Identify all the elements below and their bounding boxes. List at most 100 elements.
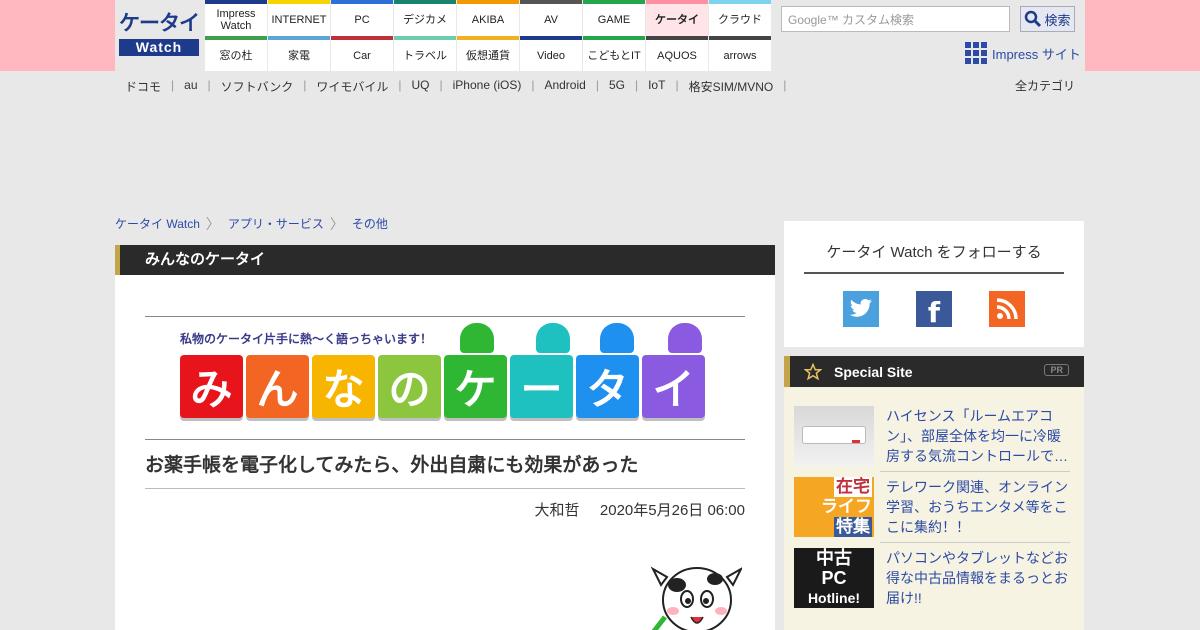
subnav-item[interactable]: ワイモバイル: [306, 78, 398, 94]
nav-item[interactable]: AKIBA: [457, 0, 519, 36]
banner-tagline: 私物のケータイ片手に熱～く語っちゃいます！: [180, 332, 433, 346]
search-button[interactable]: 検索: [1020, 6, 1075, 32]
thumb-line: PC: [821, 568, 847, 588]
special-item-text: テレワーク関連、オンライン学習、おうちエンタメ等をここに集約！！: [886, 479, 1068, 535]
search-input[interactable]: Google™ カスタム検索: [781, 6, 1010, 32]
all-categories-link[interactable]: 全カテゴリ: [1015, 77, 1075, 94]
nav-item[interactable]: Video: [520, 36, 582, 71]
nav-item[interactable]: トラベル: [394, 36, 456, 71]
article-main: みんなのケータイ 私物のケータイ片手に熱～く語っちゃいます！ みんなのケータイ …: [115, 245, 775, 630]
breadcrumb-item[interactable]: ケータイ Watch: [115, 215, 200, 232]
banner-tile: タ: [576, 355, 639, 418]
facebook-button[interactable]: f: [916, 291, 952, 329]
logo-text-bottom: Watch: [119, 39, 199, 56]
site-nav-grid: Impress Watch INTERNET PC デジカメ AKIBA AV GAME ケー…: [205, 0, 771, 71]
nav-item[interactable]: デジカメ: [394, 0, 456, 36]
person-silhouette-icon: [600, 323, 634, 353]
twitter-button[interactable]: [843, 291, 879, 327]
nav-item[interactable]: AQUOS: [646, 36, 708, 71]
subnav-item[interactable]: UQ: [402, 78, 440, 94]
facebook-icon: f: [927, 295, 941, 329]
divider: [145, 316, 745, 317]
breadcrumb-chevron-icon: 〉: [329, 215, 344, 232]
subnav-item[interactable]: au: [174, 78, 207, 94]
nav-item[interactable]: AV: [520, 0, 582, 36]
article-byline: 大和哲 2020年5月26日 06:00: [535, 499, 745, 520]
site-logo[interactable]: ケータイ Watch: [119, 10, 200, 58]
nav-item[interactable]: ケータイ: [646, 0, 708, 36]
special-site-title: Special Site: [834, 363, 913, 380]
special-item[interactable]: ハイセンス「ルームエアコン」、部屋全体を均一に冷暖房する気流コントロールで…: [794, 406, 1074, 472]
banner-tile: イ: [642, 355, 705, 418]
nav-item[interactable]: arrows: [709, 36, 771, 71]
special-site-header: Special Site PR: [784, 356, 1084, 387]
banner-tile: な: [312, 355, 375, 418]
banner-tiles: みんなのケータイ: [180, 355, 705, 418]
grid-icon: [965, 42, 987, 64]
nav-item[interactable]: Impress Watch: [205, 0, 267, 36]
thumb-line: ライフ: [821, 497, 872, 516]
subnav-item[interactable]: iPhone (iOS): [443, 78, 532, 94]
nav-item[interactable]: 仮想通貨: [457, 36, 519, 71]
subnav-item[interactable]: 5G: [599, 78, 635, 94]
person-silhouette-icon: [668, 323, 702, 353]
nav-item[interactable]: 窓の杜: [205, 36, 267, 71]
banner-tile: ケ: [444, 355, 507, 418]
thumb-line: Hotline!: [807, 590, 861, 606]
subnav-separator: |: [783, 78, 787, 92]
article-title: お薬手帳を電子化してみたら、外出自粛にも効果があった: [145, 455, 639, 476]
thumb-line: 特集: [834, 517, 872, 537]
nav-item[interactable]: Car: [331, 36, 393, 71]
impress-sites-label: Impress サイト: [992, 46, 1081, 62]
follow-panel: ケータイ Watch をフォローする f: [784, 221, 1084, 347]
star-icon: [804, 362, 822, 380]
logo-text-top: ケータイ: [119, 12, 200, 35]
banner-tile: の: [378, 355, 441, 418]
breadcrumb-item[interactable]: アプリ・サービス: [228, 215, 324, 232]
thumb-line: 中古: [816, 548, 852, 568]
pr-badge: PR: [1044, 364, 1069, 376]
divider: [880, 542, 1070, 543]
subnav-item[interactable]: 格安SIM/MVNO: [679, 78, 784, 94]
divider: [880, 471, 1070, 472]
series-banner[interactable]: 私物のケータイ片手に熱～く語っちゃいます！ みんなのケータイ: [180, 323, 710, 430]
rss-button[interactable]: [989, 291, 1025, 327]
nav-item[interactable]: こどもとIT: [583, 36, 645, 71]
cow-mascot-icon: [650, 566, 742, 630]
thumb-line: 在宅: [834, 477, 872, 497]
nav-item[interactable]: クラウド: [709, 0, 771, 36]
subnav-item[interactable]: Android: [534, 78, 595, 94]
divider: [145, 488, 745, 489]
special-item[interactable]: 在宅 ライフ 特集 テレワーク関連、オンライン学習、おうちエンタメ等をここに集約…: [794, 477, 1074, 543]
person-silhouette-icon: [536, 323, 570, 353]
breadcrumb-item[interactable]: その他: [352, 215, 388, 232]
subnav-item[interactable]: ソフトバンク: [211, 78, 304, 94]
home-life-thumbnail: 在宅 ライフ 特集: [794, 477, 874, 537]
nav-item[interactable]: 家電: [268, 36, 330, 71]
category-subnav: ドコモ | au | ソフトバンク | ワイモバイル | UQ | iPhone (iOS) | And…: [115, 78, 786, 94]
article-date: 2020年5月26日 06:00: [599, 502, 745, 519]
subnav-item[interactable]: IoT: [638, 78, 675, 94]
divider: [145, 439, 745, 440]
section-header: みんなのケータイ: [115, 245, 775, 275]
nav-item[interactable]: INTERNET: [268, 0, 330, 36]
subnav-item[interactable]: ドコモ: [115, 78, 171, 94]
banner-tile: み: [180, 355, 243, 418]
used-pc-thumbnail: 中古 PC Hotline!: [794, 548, 874, 608]
person-silhouette-icon: [460, 323, 494, 353]
special-item[interactable]: 中古 PC Hotline! パソコンやタブレットなどお得な中古品情報をまるっと…: [794, 548, 1074, 614]
rss-icon: [996, 298, 1018, 320]
banner-tile: ん: [246, 355, 309, 418]
special-site-panel: Special Site PR ハイセンス「ルームエアコン」、部屋全体を均一に冷…: [784, 356, 1084, 630]
twitter-icon: [849, 299, 872, 317]
impress-sites-link[interactable]: Impress サイト: [965, 42, 1081, 64]
nav-item[interactable]: GAME: [583, 0, 645, 36]
article-author[interactable]: 大和哲: [535, 502, 580, 519]
aircon-thumbnail: [794, 406, 874, 466]
special-item-text: ハイセンス「ルームエアコン」、部屋全体を均一に冷暖房する気流コントロールで…: [886, 408, 1068, 464]
special-item-text: パソコンやタブレットなどお得な中古品情報をまるっとお届け!!: [886, 550, 1068, 606]
nav-item[interactable]: PC: [331, 0, 393, 36]
search-button-label: 検索: [1044, 12, 1071, 28]
search-icon: [1025, 10, 1042, 28]
breadcrumb: ケータイ Watch 〉アプリ・サービス〉その他: [115, 215, 388, 232]
